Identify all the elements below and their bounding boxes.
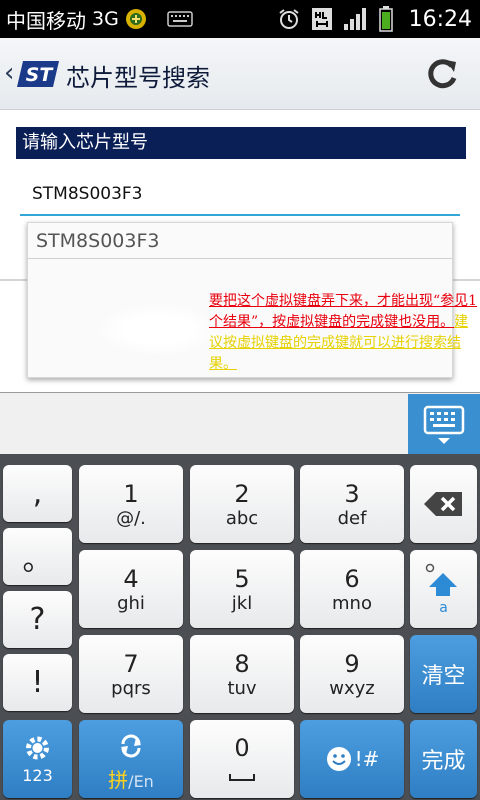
- key-question-label: ?: [29, 602, 46, 637]
- space-bar-icon: [229, 774, 255, 781]
- key-exclaim-label: !: [31, 665, 44, 700]
- key-9-digit: 9: [344, 650, 360, 678]
- key-6[interactable]: 6 mno: [300, 550, 404, 628]
- annotation-red-text: 要把这个虚拟键盘弄下来，才能出现“参见1个结果”，按虚拟键盘的完成键也没用。: [209, 293, 478, 330]
- clear-key[interactable]: 清空: [410, 635, 477, 713]
- chip-model-input-value: STM8S003F3: [32, 184, 143, 204]
- key-9[interactable]: 9 wxyz: [300, 635, 404, 713]
- key-comma[interactable]: ,: [3, 465, 72, 522]
- app-notification-icon: [125, 9, 146, 29]
- hide-keyboard-button[interactable]: [408, 394, 480, 454]
- status-bar: 中国移动 3G 16:24: [0, 0, 480, 38]
- key-8[interactable]: 8 tuv: [190, 635, 294, 713]
- keyboard-notification-icon: [167, 11, 193, 27]
- key-5[interactable]: 5 jkl: [190, 550, 294, 628]
- annotation-note: 要把这个虚拟键盘弄下来，才能出现“参见1个结果”，按虚拟键盘的完成键也没用。建议…: [209, 291, 479, 375]
- key-8-letters: tuv: [227, 678, 257, 699]
- shift-key[interactable]: a: [410, 550, 477, 628]
- hd-sim-icon: [311, 8, 332, 30]
- key-8-digit: 8: [234, 650, 250, 678]
- key-1-digit: 1: [123, 480, 139, 508]
- key-9-letters: wxyz: [329, 678, 375, 699]
- key-3-letters: def: [337, 508, 367, 529]
- smiley-icon: [326, 747, 351, 771]
- numeric-mode-key[interactable]: 123: [3, 720, 72, 798]
- backspace-key[interactable]: [410, 465, 477, 543]
- zero-key-label: 0: [234, 734, 250, 762]
- key-1[interactable]: 1 @/.: [79, 465, 183, 543]
- clear-key-label: 清空: [421, 664, 466, 689]
- key-3-digit: 3: [344, 480, 360, 508]
- clock: 16:24: [408, 6, 472, 32]
- back-chevron-icon[interactable]: ‹: [4, 58, 14, 88]
- alarm-icon: [278, 9, 299, 29]
- switch-arrows-icon: [121, 734, 141, 758]
- space-zero-key[interactable]: 0: [190, 720, 294, 798]
- chip-model-input[interactable]: STM8S003F3: [20, 176, 460, 216]
- pinyin-label: 拼: [108, 768, 129, 792]
- page-title: 芯片型号搜索: [66, 64, 210, 92]
- key-5-digit: 5: [234, 565, 250, 593]
- app-header: ‹ ST 芯片型号搜索: [0, 38, 480, 110]
- key-2-letters: abc: [225, 508, 259, 529]
- refresh-icon[interactable]: [422, 54, 462, 94]
- key-3[interactable]: 3 def: [300, 465, 404, 543]
- screen: 中国移动 3G 16:24 ‹ ST 芯片型号搜索 请输入芯片型号 STM8S0…: [0, 0, 480, 800]
- carrier-name: 中国移动: [6, 8, 86, 33]
- shift-sub-label: a: [439, 600, 448, 616]
- language-switch-key[interactable]: 拼/En: [79, 720, 183, 798]
- white-smudge: [98, 305, 218, 355]
- key-comma-label: ,: [32, 476, 43, 511]
- backspace-icon: [424, 492, 462, 516]
- symbol-label: !#: [354, 747, 380, 771]
- language-switch-labels: 拼/En: [79, 764, 183, 793]
- settings-gear-icon: [26, 736, 49, 760]
- numeric-mode-label: 123: [22, 766, 53, 785]
- key-4[interactable]: 4 ghi: [79, 550, 183, 628]
- virtual-keyboard: , 。 ? ! 1 @/. 2 abc 3 def 4 ghi 5 jkl 6 …: [0, 454, 480, 800]
- search-label: 请输入芯片型号: [16, 127, 466, 159]
- key-6-digit: 6: [344, 565, 360, 593]
- status-icons: 16:24: [277, 0, 472, 38]
- key-6-letters: mno: [332, 593, 372, 614]
- key-period-label: 。: [22, 542, 53, 578]
- signal-icon: [343, 8, 366, 30]
- done-key[interactable]: 完成: [410, 720, 477, 798]
- key-4-letters: ghi: [117, 593, 145, 614]
- shift-arrow-icon: [425, 563, 457, 596]
- key-5-letters: jkl: [231, 593, 253, 614]
- emoji-symbol-key[interactable]: !#: [300, 720, 404, 798]
- network-type: 3G: [92, 8, 119, 30]
- emoji-symbol-content: !#: [300, 720, 404, 798]
- battery-icon: [378, 6, 393, 32]
- keyboard-icon: [423, 405, 465, 444]
- key-7[interactable]: 7 pqrs: [79, 635, 183, 713]
- suggestion-item-text: STM8S003F3: [36, 230, 160, 252]
- key-period[interactable]: 。: [3, 528, 72, 585]
- key-1-letters: @/.: [116, 508, 146, 529]
- key-exclaim[interactable]: !: [3, 654, 72, 711]
- done-key-label: 完成: [421, 749, 466, 774]
- key-2-digit: 2: [234, 480, 250, 508]
- suggestion-dropdown: STM8S003F3 要把这个虚拟键盘弄下来，才能出现“参见1个结果”，按虚拟键…: [27, 222, 477, 378]
- english-label: En: [133, 772, 154, 791]
- key-7-letters: pqrs: [111, 678, 151, 699]
- key-2[interactable]: 2 abc: [190, 465, 294, 543]
- suggestion-item[interactable]: STM8S003F3: [28, 223, 452, 259]
- key-7-digit: 7: [123, 650, 139, 678]
- st-logo-text: ST: [26, 64, 55, 86]
- key-4-digit: 4: [123, 565, 139, 593]
- key-question[interactable]: ?: [3, 591, 72, 648]
- st-logo[interactable]: ST: [17, 59, 61, 89]
